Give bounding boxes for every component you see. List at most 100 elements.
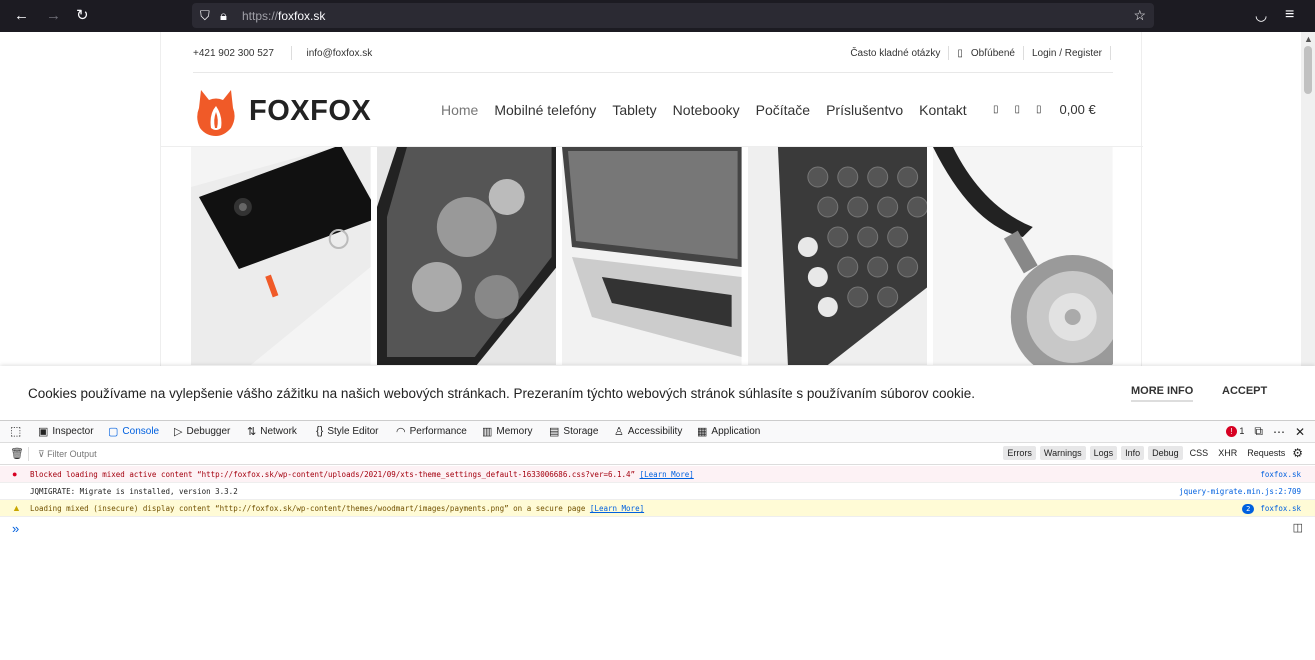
tab-memory[interactable]: ▥ Memory: [482, 425, 533, 438]
warning-icon: ▲: [12, 503, 21, 513]
page-scrollbar[interactable]: ▲ ▼: [1301, 32, 1315, 420]
console-error-row[interactable]: ● Blocked loading mixed active content “…: [0, 466, 1315, 483]
warning-message: Loading mixed (insecure) display content…: [30, 504, 586, 513]
error-message: Blocked loading mixed active content “ht…: [30, 470, 636, 479]
brand-name: FOXFOX: [249, 94, 372, 127]
settings-gear-icon[interactable]: ⚙: [1292, 446, 1303, 460]
log-source-link[interactable]: jquery-migrate.min.js:2:709: [1179, 483, 1301, 500]
filter-logs-button[interactable]: Logs: [1089, 446, 1118, 460]
console-icon: ▢: [108, 426, 119, 438]
reload-icon[interactable]: ↻: [76, 8, 89, 24]
filter-warnings-button[interactable]: Warnings: [1039, 446, 1086, 460]
cart-total[interactable]: 0,00 €: [1060, 102, 1096, 117]
scroll-up-icon[interactable]: ▲: [1304, 34, 1313, 44]
sidebar-toggle-icon[interactable]: ◫: [1293, 521, 1303, 534]
banner-keyboard-image: [747, 147, 928, 365]
filter-debug-button[interactable]: Debug: [1148, 446, 1183, 460]
console-filter-bar: 🗑︎ ⊽ Filter Output Errors Warnings Logs …: [0, 443, 1315, 465]
search-icon[interactable]: ▯: [993, 104, 999, 115]
tab-application[interactable]: ▦ Application: [697, 425, 760, 438]
tab-label: Accessibility: [627, 426, 683, 437]
login-register-link[interactable]: Login / Register: [1032, 48, 1102, 59]
browser-toolbar: ← → ↻ ⛉ 🔒︎ https://foxfox.sk ☆ ◡ ≡: [0, 0, 1315, 32]
filter-css-button[interactable]: CSS: [1187, 446, 1212, 460]
banner-tablet-image: [376, 147, 557, 365]
trash-icon[interactable]: 🗑︎: [10, 447, 24, 460]
nav-item-mobile-phones[interactable]: Mobilné telefóny: [494, 102, 596, 118]
url-host: foxfox.sk: [278, 9, 326, 23]
element-picker-icon[interactable]: ⬚: [10, 424, 21, 438]
hero-banner[interactable]: [191, 147, 1113, 365]
filter-errors-button[interactable]: Errors: [1003, 446, 1036, 460]
accept-button[interactable]: ACCEPT: [1222, 385, 1267, 397]
url-text[interactable]: https://foxfox.sk: [242, 9, 325, 23]
tab-style-editor[interactable]: {} Style Editor: [316, 425, 379, 437]
repeat-count-badge: 2: [1242, 504, 1255, 514]
faq-link[interactable]: Často kladné otázky: [850, 48, 940, 59]
filter-info-button[interactable]: Info: [1121, 446, 1145, 460]
tab-accessibility[interactable]: ♙ Accessibility: [614, 425, 682, 438]
more-options-icon[interactable]: ⋯: [1273, 425, 1285, 439]
cart-icon[interactable]: ▯: [1036, 104, 1042, 115]
console-prompt[interactable]: »: [12, 521, 19, 536]
nav-item-tablets[interactable]: Tablety: [612, 102, 656, 118]
devtools-right-controls: ! 1 ⧉ ⋯ ✕: [1225, 424, 1305, 439]
error-count: 1: [1239, 426, 1245, 436]
heart-icon[interactable]: ▯: [1015, 104, 1021, 115]
tab-label: Memory: [496, 426, 533, 437]
back-icon[interactable]: ←: [14, 8, 29, 24]
forward-icon[interactable]: →: [46, 8, 61, 24]
pocket-icon[interactable]: ◡: [1255, 7, 1267, 24]
error-counter[interactable]: ! 1: [1225, 426, 1245, 437]
divider: [290, 46, 292, 60]
phone-number[interactable]: +421 902 300 527: [193, 48, 274, 59]
main-navigation: Home Mobilné telefóny Tablety Notebooky …: [441, 102, 967, 118]
banner-headphones-image: [933, 147, 1113, 365]
banner-phone-image: [191, 147, 371, 365]
menu-icon[interactable]: ≡: [1285, 6, 1294, 24]
error-source-link[interactable]: foxfox.sk: [1260, 466, 1301, 483]
divider: [948, 46, 950, 60]
tab-console[interactable]: ▢ Console: [108, 425, 159, 438]
site-logo[interactable]: FOXFOX: [191, 84, 371, 138]
email-link[interactable]: info@foxfox.sk: [306, 48, 372, 59]
performance-icon: ◠: [396, 426, 406, 438]
nav-item-computers[interactable]: Počítače: [756, 102, 810, 118]
tab-performance[interactable]: ◠ Performance: [396, 425, 467, 438]
scroll-thumb[interactable]: [1304, 46, 1312, 94]
nav-item-notebooks[interactable]: Notebooky: [673, 102, 740, 118]
tab-network[interactable]: ⇅ Network: [247, 425, 297, 438]
filter-xhr-button[interactable]: XHR: [1215, 446, 1240, 460]
bookmark-star-icon[interactable]: ☆: [1133, 7, 1146, 24]
devtools-panel: ⬚ ▣ Inspector ▢ Console ▷ Debugger ⇅ Network…: [0, 420, 1315, 660]
url-bar[interactable]: ⛉ 🔒︎ https://foxfox.sk ☆: [192, 3, 1154, 28]
filter-requests-button[interactable]: Requests: [1244, 446, 1288, 460]
learn-more-link[interactable]: [Learn More]: [640, 470, 694, 479]
close-icon[interactable]: ✕: [1295, 425, 1305, 439]
lock-icon[interactable]: 🔒︎: [220, 8, 227, 24]
filter-input[interactable]: ⊽ Filter Output: [38, 449, 97, 460]
wishlist-icon[interactable]: ▯: [957, 48, 963, 59]
nav-item-accessories[interactable]: Príslušentvo: [826, 102, 903, 118]
warning-source-link[interactable]: foxfox.sk: [1260, 504, 1301, 513]
url-prefix: https://: [242, 9, 279, 23]
page-viewport: +421 902 300 527 info@foxfox.sk Často kl…: [0, 32, 1315, 420]
nav-item-contact[interactable]: Kontakt: [919, 102, 966, 118]
console-warning-row[interactable]: ▲ Loading mixed (insecure) display conte…: [0, 500, 1315, 517]
wishlist-link[interactable]: Obľúbené: [971, 48, 1015, 59]
shield-icon[interactable]: ⛉: [200, 8, 210, 24]
tab-debugger[interactable]: ▷ Debugger: [174, 425, 230, 438]
nav-item-home[interactable]: Home: [441, 102, 478, 118]
tab-inspector[interactable]: ▣ Inspector: [38, 425, 94, 438]
debugger-icon: ▷: [174, 426, 183, 438]
tab-storage[interactable]: ▤ Storage: [549, 425, 598, 438]
more-info-button[interactable]: MORE INFO: [1131, 385, 1194, 402]
tab-label: Inspector: [52, 426, 94, 437]
learn-more-link[interactable]: [Learn More]: [590, 504, 644, 513]
tab-label: Network: [260, 426, 297, 437]
dock-icon[interactable]: ⧉: [1254, 424, 1263, 439]
application-icon: ▦: [697, 426, 708, 438]
accessibility-icon: ♙: [614, 426, 624, 438]
error-icon: ●: [12, 469, 18, 479]
console-log-row[interactable]: JQMIGRATE: Migrate is installed, version…: [0, 483, 1315, 500]
